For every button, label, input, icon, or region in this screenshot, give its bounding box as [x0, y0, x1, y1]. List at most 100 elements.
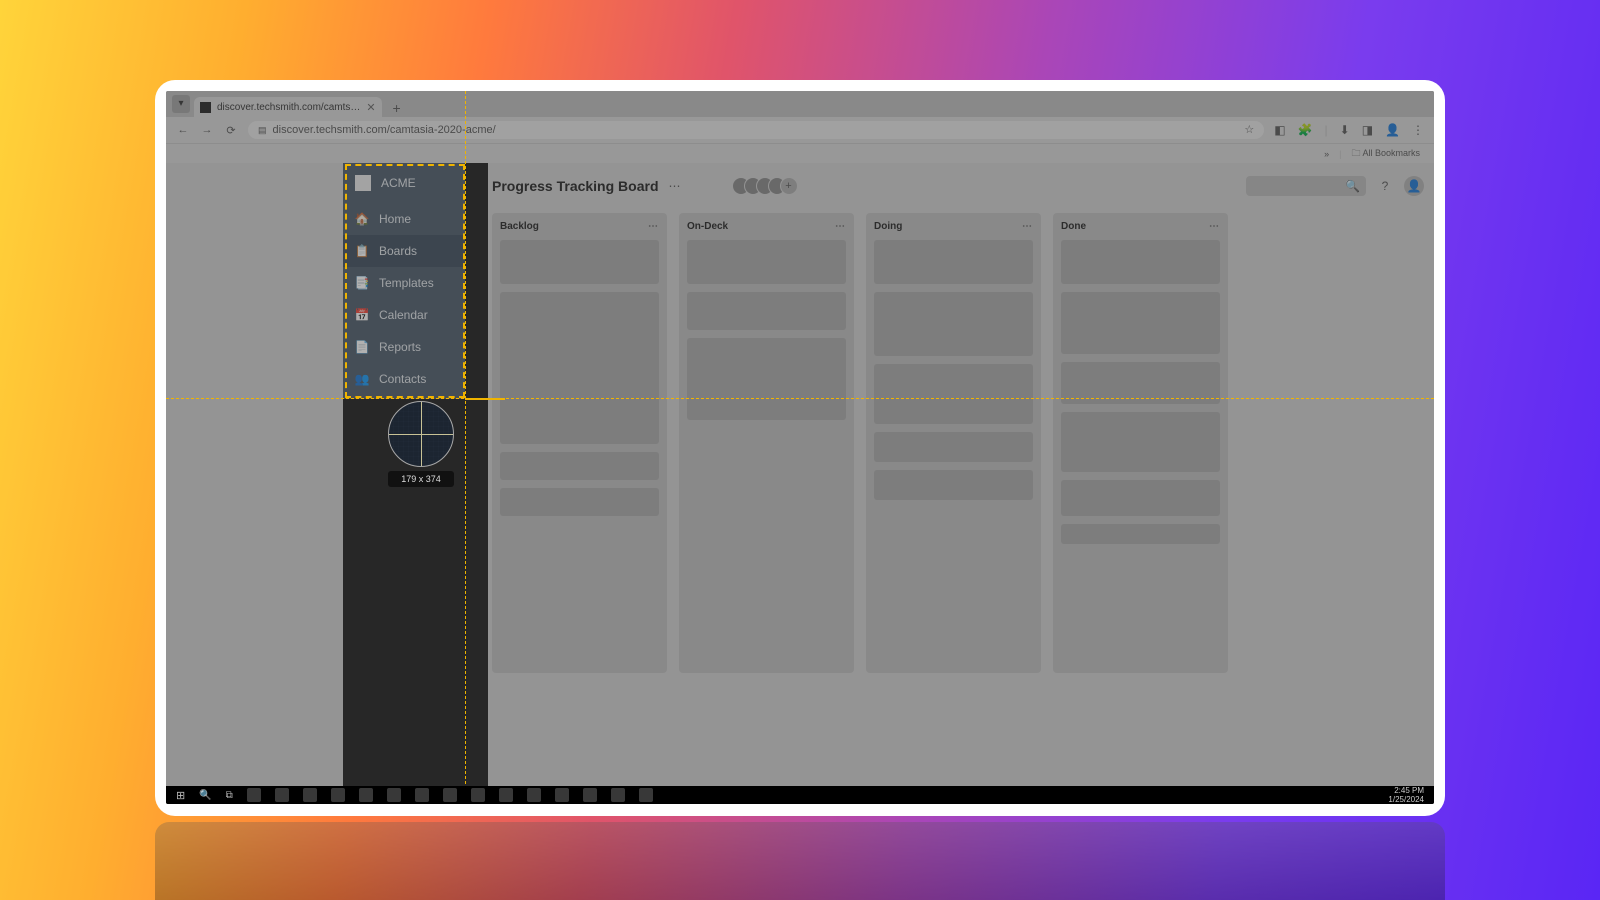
workspace-icon — [355, 175, 371, 191]
card[interactable] — [874, 292, 1033, 356]
screenshot-canvas: ─ ▢ ✕ ▾ discover.techsmith.com/camts… ✕ … — [166, 91, 1434, 804]
sidepanel-icon[interactable]: ◨ — [1362, 123, 1373, 137]
column-menu-icon[interactable]: ⋯ — [835, 221, 846, 232]
taskbar-app[interactable] — [471, 788, 485, 802]
column-backlog[interactable]: Backlog ⋯ — [492, 213, 667, 673]
taskbar-app[interactable] — [527, 788, 541, 802]
card[interactable] — [500, 452, 659, 480]
taskbar-app[interactable] — [639, 788, 653, 802]
taskbar-app[interactable] — [359, 788, 373, 802]
sidebar-item-boards[interactable]: 📋 Boards — [343, 235, 465, 267]
column-doing[interactable]: Doing ⋯ — [866, 213, 1041, 673]
card[interactable] — [500, 292, 659, 444]
boards-icon: 📋 — [355, 244, 369, 258]
back-button[interactable]: ← — [176, 124, 190, 136]
search-icon: 🔍 — [1345, 179, 1360, 193]
card[interactable] — [1061, 480, 1220, 516]
site-info-icon[interactable]: ▤ — [258, 121, 267, 139]
all-bookmarks-button[interactable]: 🗀 All Bookmarks — [1351, 146, 1420, 162]
bookmark-bar: » | 🗀 All Bookmarks — [166, 143, 1434, 163]
tab-search-button[interactable]: ▾ — [172, 95, 190, 113]
reports-icon: 📄 — [355, 340, 369, 354]
board-title: Progress Tracking Board — [492, 178, 659, 194]
taskbar-app[interactable] — [275, 788, 289, 802]
task-view-icon[interactable]: ⧉ — [226, 790, 233, 801]
card[interactable] — [1061, 524, 1220, 544]
taskbar-app[interactable] — [611, 788, 625, 802]
favicon — [200, 102, 211, 113]
sidebar-item-contacts[interactable]: 👥 Contacts — [343, 363, 465, 395]
taskbar-app[interactable] — [443, 788, 457, 802]
taskbar-app[interactable] — [387, 788, 401, 802]
sidebar-item-label: Home — [379, 212, 411, 226]
page-content: ACME 🏠 Home 📋 Boards 📑 Templates — [166, 163, 1434, 786]
templates-icon: 📑 — [355, 276, 369, 290]
card[interactable] — [874, 240, 1033, 284]
tab-close-icon[interactable]: ✕ — [366, 101, 375, 114]
board-search[interactable]: 🔍 — [1246, 176, 1366, 196]
taskbar-app[interactable] — [415, 788, 429, 802]
browser-tab[interactable]: discover.techsmith.com/camts… ✕ — [194, 97, 382, 117]
sidebar-item-label: Reports — [379, 340, 421, 354]
card[interactable] — [687, 338, 846, 420]
taskbar-app[interactable] — [555, 788, 569, 802]
column-ondeck[interactable]: On-Deck ⋯ — [679, 213, 854, 673]
extensions-icon[interactable]: 🧩 — [1298, 123, 1313, 137]
column-title: Done — [1061, 221, 1086, 232]
taskbar-app[interactable] — [499, 788, 513, 802]
taskbar-search-icon[interactable]: 🔍 — [199, 790, 211, 801]
reload-button[interactable]: ⟳ — [224, 124, 238, 137]
board-header: Progress Tracking Board ⋯ + 🔍 ? 👤 — [492, 171, 1424, 201]
download-icon[interactable]: ⬇ — [1340, 123, 1350, 137]
calendar-icon: 📅 — [355, 308, 369, 322]
taskbar-app[interactable] — [303, 788, 317, 802]
new-tab-button[interactable]: + — [386, 99, 408, 117]
browser-tabstrip: ▾ discover.techsmith.com/camts… ✕ + — [166, 91, 1434, 117]
taskbar-app[interactable] — [331, 788, 345, 802]
card[interactable] — [500, 488, 659, 516]
taskbar-app[interactable] — [247, 788, 261, 802]
frame-reflection — [155, 822, 1445, 900]
column-menu-icon[interactable]: ⋯ — [1022, 221, 1033, 232]
tab-title: discover.techsmith.com/camts… — [217, 102, 360, 113]
add-member-button[interactable]: + — [780, 177, 798, 195]
board-members[interactable]: + — [732, 177, 798, 195]
sidebar-item-label: Templates — [379, 276, 434, 290]
start-button[interactable]: ⊞ — [176, 789, 185, 802]
bookmark-star-icon[interactable]: ☆ — [1244, 121, 1254, 139]
bookmark-overflow-icon[interactable]: » — [1324, 149, 1329, 159]
card[interactable] — [500, 240, 659, 284]
board-menu-icon[interactable]: ⋯ — [669, 179, 682, 193]
extension-button[interactable]: ◧ — [1274, 123, 1285, 137]
taskbar-app[interactable] — [583, 788, 597, 802]
card[interactable] — [687, 240, 846, 284]
user-avatar-button[interactable]: 👤 — [1404, 176, 1424, 196]
column-title: On-Deck — [687, 221, 728, 232]
system-clock[interactable]: 2:45 PM 1/25/2024 — [1388, 786, 1424, 804]
card[interactable] — [687, 292, 846, 330]
card[interactable] — [874, 470, 1033, 500]
card[interactable] — [874, 432, 1033, 462]
card[interactable] — [874, 364, 1033, 424]
column-title: Backlog — [500, 221, 539, 232]
column-menu-icon[interactable]: ⋯ — [648, 221, 659, 232]
sidebar-item-label: Calendar — [379, 308, 428, 322]
profile-icon[interactable]: 👤 — [1385, 123, 1400, 137]
sidebar-item-calendar[interactable]: 📅 Calendar — [343, 299, 465, 331]
address-bar[interactable]: ▤ discover.techsmith.com/camtasia-2020-a… — [248, 121, 1264, 139]
column-done[interactable]: Done ⋯ — [1053, 213, 1228, 673]
card[interactable] — [1061, 292, 1220, 354]
sidebar-item-home[interactable]: 🏠 Home — [343, 203, 465, 235]
help-button[interactable]: ? — [1376, 179, 1394, 193]
workspace-switcher[interactable]: ACME — [343, 163, 465, 203]
sidebar-item-templates[interactable]: 📑 Templates — [343, 267, 465, 299]
sidebar-item-reports[interactable]: 📄 Reports — [343, 331, 465, 363]
contacts-icon: 👥 — [355, 372, 369, 386]
column-menu-icon[interactable]: ⋯ — [1209, 221, 1220, 232]
card[interactable] — [1061, 362, 1220, 404]
card[interactable] — [1061, 240, 1220, 284]
chrome-menu-icon[interactable]: ⋮ — [1412, 123, 1424, 137]
forward-button[interactable]: → — [200, 124, 214, 136]
url-text: discover.techsmith.com/camtasia-2020-acm… — [273, 121, 496, 139]
card[interactable] — [1061, 412, 1220, 472]
